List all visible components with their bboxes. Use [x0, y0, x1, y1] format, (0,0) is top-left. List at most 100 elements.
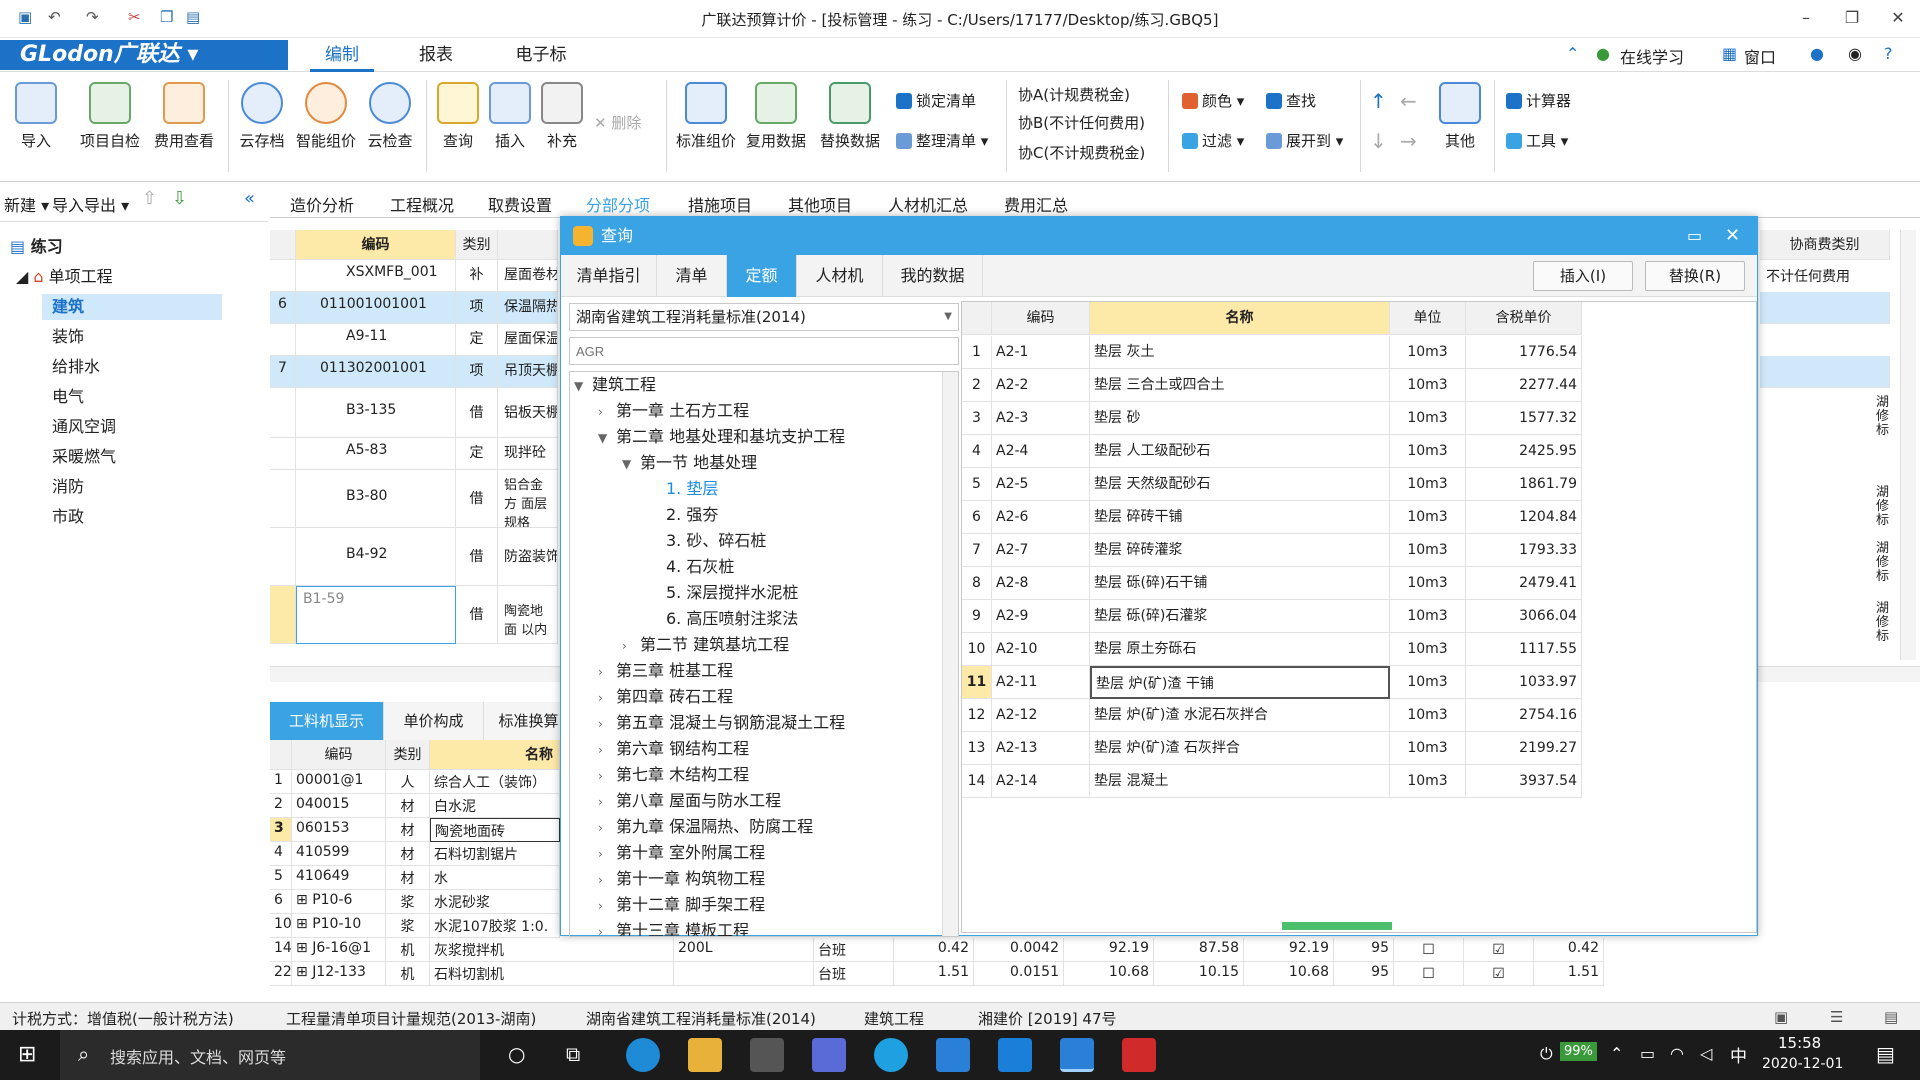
menu-tab-edit[interactable]: 编制: [310, 42, 374, 72]
tree-node[interactable]: › 第八章 屋面与防水工程: [598, 788, 781, 814]
store-icon[interactable]: [750, 1038, 784, 1072]
row-unit[interactable]: 10m3: [1390, 699, 1466, 732]
row-name[interactable]: 灰浆搅拌机: [430, 938, 674, 962]
tree-item-plumbing[interactable]: 给排水: [52, 354, 100, 380]
row-total[interactable]: 0.42: [1534, 938, 1604, 962]
row-code[interactable]: ⊞ J6-16@1: [292, 938, 386, 962]
dialog-title-bar[interactable]: 查询 ▭ ✕: [561, 217, 1757, 255]
row-code[interactable]: ⊞ J12-133: [292, 962, 386, 986]
quota-search-input[interactable]: [569, 337, 959, 365]
vertical-scrollbar[interactable]: [1900, 230, 1916, 660]
row-unit[interactable]: 台班: [814, 962, 894, 986]
maximize-icon[interactable]: ▭: [1687, 217, 1702, 255]
row-price-ex[interactable]: 87.58: [1154, 938, 1244, 962]
reuse-data-button[interactable]: 复用数据: [744, 78, 808, 174]
import-export-button[interactable]: 导入导出 ▾: [52, 192, 129, 216]
negotiated-fee-value[interactable]: 不计任何费用: [1760, 260, 1890, 290]
tree-node[interactable]: › 第二节 建筑基坑工程: [622, 632, 789, 658]
row-name[interactable]: 屋面保温: [498, 324, 558, 356]
row-name[interactable]: 综合人工（装饰）: [430, 770, 560, 794]
up-arrow-icon[interactable]: ⇧: [142, 188, 157, 209]
row-name[interactable]: 垫层 原土夯砾石: [1090, 633, 1390, 666]
row-code[interactable]: A2-1: [992, 336, 1090, 369]
edge-icon[interactable]: [626, 1038, 660, 1072]
delete-button[interactable]: ✕ 删除: [594, 112, 641, 134]
dialog-close-icon[interactable]: ✕: [1725, 217, 1740, 255]
row-code[interactable]: ⊞ P10-6: [292, 890, 386, 914]
import-button[interactable]: 导入: [4, 78, 68, 174]
row-unit[interactable]: 台班: [814, 938, 894, 962]
row-type[interactable]: 项: [456, 356, 498, 388]
new-button[interactable]: 新建 ▾: [4, 192, 49, 216]
gbq-icon[interactable]: [1060, 1038, 1094, 1072]
insert-button[interactable]: 插入(I): [1533, 261, 1633, 291]
online-learning-icon[interactable]: ●: [1596, 44, 1610, 63]
tab-list-guide[interactable]: 清单指引: [561, 255, 657, 297]
row-name[interactable]: 垫层 三合土或四合土: [1090, 369, 1390, 402]
tree-node[interactable]: › 第十章 室外附属工程: [598, 840, 765, 866]
tab-fee-settings[interactable]: 取费设置: [488, 192, 552, 216]
row-price[interactable]: 1577.32: [1466, 402, 1582, 435]
row-code[interactable]: A2-6: [992, 501, 1090, 534]
menu-tab-ebid[interactable]: 电子标: [506, 42, 576, 72]
tab-other-items[interactable]: 其他项目: [788, 192, 852, 216]
row-price[interactable]: 1204.84: [1466, 501, 1582, 534]
tree-node[interactable]: › 第四章 砖石工程: [598, 684, 733, 710]
row-name[interactable]: 铝板天棚: [498, 388, 558, 438]
header-unit[interactable]: 单位: [1390, 302, 1466, 335]
row-price[interactable]: 3066.04: [1466, 600, 1582, 633]
row-name[interactable]: 垫层 碎砖灌浆: [1090, 534, 1390, 567]
tree-node[interactable]: 3. 砂、碎石桩: [666, 528, 766, 554]
row-name[interactable]: 垫层 混凝土: [1090, 765, 1390, 798]
wifi-icon[interactable]: ◠: [1670, 1044, 1684, 1063]
row-qty[interactable]: 0.42: [894, 938, 974, 962]
app-icon[interactable]: [812, 1038, 846, 1072]
row-checkbox[interactable]: ☐: [1394, 938, 1464, 962]
row-code[interactable]: A2-9: [992, 600, 1090, 633]
row-name[interactable]: 垫层 天然级配砂石: [1090, 468, 1390, 501]
user-icon[interactable]: ●: [1810, 44, 1824, 63]
lock-list-button[interactable]: 锁定清单: [896, 90, 976, 112]
tab-fee-summary[interactable]: 费用汇总: [1004, 192, 1068, 216]
tree-node[interactable]: › 第一章 土石方工程: [598, 398, 749, 424]
row-type[interactable]: 材: [386, 842, 430, 866]
row-name[interactable]: 保温隔热: [498, 292, 558, 324]
row-code[interactable]: A2-2: [992, 369, 1090, 402]
menu-tab-report[interactable]: 报表: [404, 42, 468, 72]
row-code[interactable]: 410649: [292, 866, 386, 890]
row-price[interactable]: 1793.33: [1466, 534, 1582, 567]
row-market[interactable]: 92.19: [1244, 938, 1334, 962]
row-name[interactable]: 现拌砼: [498, 438, 558, 470]
tree-item-electrical[interactable]: 电气: [52, 384, 84, 410]
tree-node[interactable]: › 第七章 木结构工程: [598, 762, 749, 788]
tree-node[interactable]: ▼ 建筑工程: [574, 372, 656, 398]
tab-cost-analysis[interactable]: 造价分析: [290, 192, 354, 216]
row-code[interactable]: 00001@1: [292, 770, 386, 794]
row-code[interactable]: 011302001001: [296, 356, 456, 388]
expand-icon[interactable]: ⊞: [296, 892, 312, 908]
cloud-check-button[interactable]: 云检查: [358, 78, 422, 174]
row-name[interactable]: 防盗装饰: [498, 528, 558, 586]
header-type[interactable]: 类别: [456, 230, 498, 260]
row-total[interactable]: 1.51: [1534, 962, 1604, 986]
row-unit[interactable]: 10m3: [1390, 534, 1466, 567]
collapse-ribbon-icon[interactable]: ⌃: [1566, 44, 1579, 63]
find-button[interactable]: 查找: [1266, 90, 1316, 112]
tree-node[interactable]: 6. 高压喷射注浆法: [666, 606, 798, 632]
row-name[interactable]: 垫层 炉(矿)渣 水泥石灰拌合: [1090, 699, 1390, 732]
row-name[interactable]: 吊顶天棚: [498, 356, 558, 388]
row-spec[interactable]: [674, 962, 814, 986]
tree-node[interactable]: › 第六章 钢结构工程: [598, 736, 749, 762]
row-name[interactable]: 垫层 砂: [1090, 402, 1390, 435]
xie-a-button[interactable]: 协A(计规费税金): [1018, 84, 1130, 106]
taskbar-search[interactable]: ⌕ 搜索应用、文档、网页等: [60, 1030, 480, 1080]
tab-list[interactable]: 清单: [657, 255, 727, 297]
row-code[interactable]: A9-11: [296, 324, 456, 356]
tree-node[interactable]: 4. 石灰桩: [666, 554, 734, 580]
row-unit[interactable]: 10m3: [1390, 402, 1466, 435]
row-unit[interactable]: 10m3: [1390, 765, 1466, 798]
row-type[interactable]: 借: [456, 586, 498, 644]
row-qty[interactable]: 1.51: [894, 962, 974, 986]
row-spec[interactable]: 200L: [674, 938, 814, 962]
row-price[interactable]: 10.68: [1064, 962, 1154, 986]
